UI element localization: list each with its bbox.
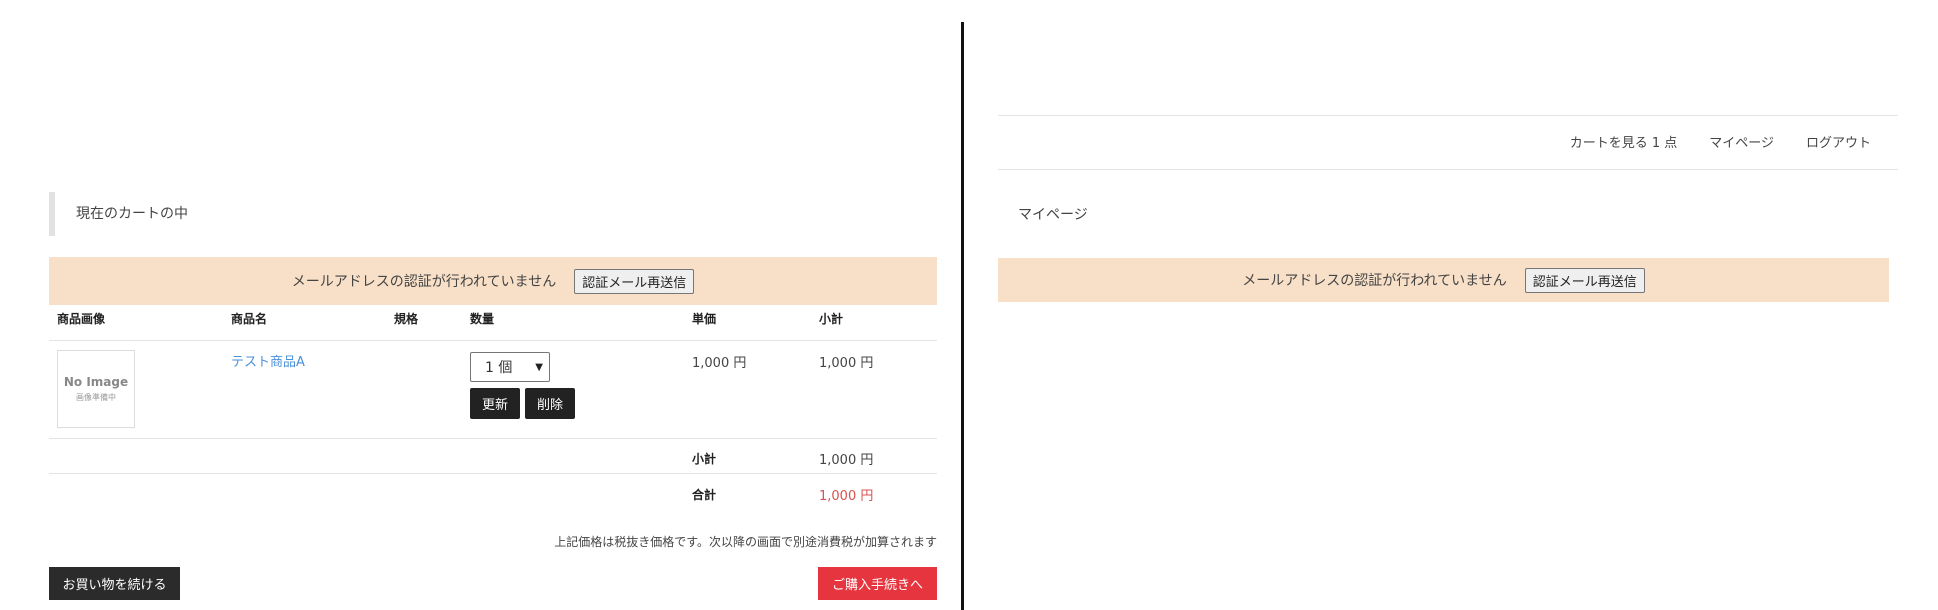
resend-verification-button[interactable]: 認証メール再送信 [574,268,695,294]
no-image-subtext: 画像準備中 [76,393,116,402]
table-divider [49,340,937,341]
column-header-quantity: 数量 [470,312,495,326]
mypage-panel: カートを見る 1 点 マイページ ログアウト マイページ メールアドレスの認証が… [998,0,1898,610]
product-image-placeholder: No Image 画像準備中 [57,350,135,428]
item-subtotal: 1,000 円 [819,356,874,371]
notice-message: メールアドレスの認証が行われていません [291,274,557,290]
summary-total-value: 1,000 円 [819,489,874,504]
email-verification-notice: メールアドレスの認証が行われていません 認証メール再送信 [998,258,1889,302]
no-image-text: No Image [63,375,129,389]
column-header-image: 商品画像 [57,312,106,326]
chevron-down-icon: ▼ [535,361,543,373]
summary-subtotal-label: 小計 [692,452,717,466]
notice-message: メールアドレスの認証が行われていません [1242,273,1507,289]
tax-note: 上記価格は税抜き価格です。次以降の画面で別途消費税が加算されます [554,535,937,549]
logout-link[interactable]: ログアウト [1806,132,1871,151]
table-divider [49,438,937,439]
quantity-select[interactable]: 1 個 ▼ [470,352,550,382]
continue-shopping-button[interactable]: お買い物を続ける [49,567,180,600]
column-header-subtotal: 小計 [819,312,844,326]
quantity-selected-value: 1 個 [485,360,513,376]
resend-verification-button[interactable]: 認証メール再送信 [1524,267,1645,293]
email-verification-notice: メールアドレスの認証が行われていません 認証メール再送信 [49,257,937,305]
header-divider [998,169,1898,170]
summary-subtotal-value: 1,000 円 [819,453,874,468]
delete-button[interactable]: 削除 [525,388,575,419]
product-name-link[interactable]: テスト商品A [231,351,305,370]
cart-panel: 現在のカートの中 メールアドレスの認証が行われていません 認証メール再送信 商品… [49,0,937,610]
proceed-to-checkout-button[interactable]: ご購入手続きへ [818,567,937,600]
view-cart-link[interactable]: カートを見る 1 点 [1570,132,1678,151]
column-header-unit-price: 単価 [692,312,717,326]
table-divider [49,473,937,474]
summary-total-label: 合計 [692,488,717,502]
update-button[interactable]: 更新 [470,388,520,419]
item-unit-price: 1,000 円 [692,356,747,371]
column-header-spec: 規格 [394,312,419,326]
header-nav: カートを見る 1 点 マイページ ログアウト [1570,132,1871,151]
header-divider [998,115,1898,116]
mypage-link[interactable]: マイページ [1709,132,1774,151]
cart-heading: 現在のカートの中 [49,192,937,236]
page-title: マイページ [1018,207,1088,223]
column-header-name: 商品名 [231,312,268,326]
split-divider [961,22,964,610]
